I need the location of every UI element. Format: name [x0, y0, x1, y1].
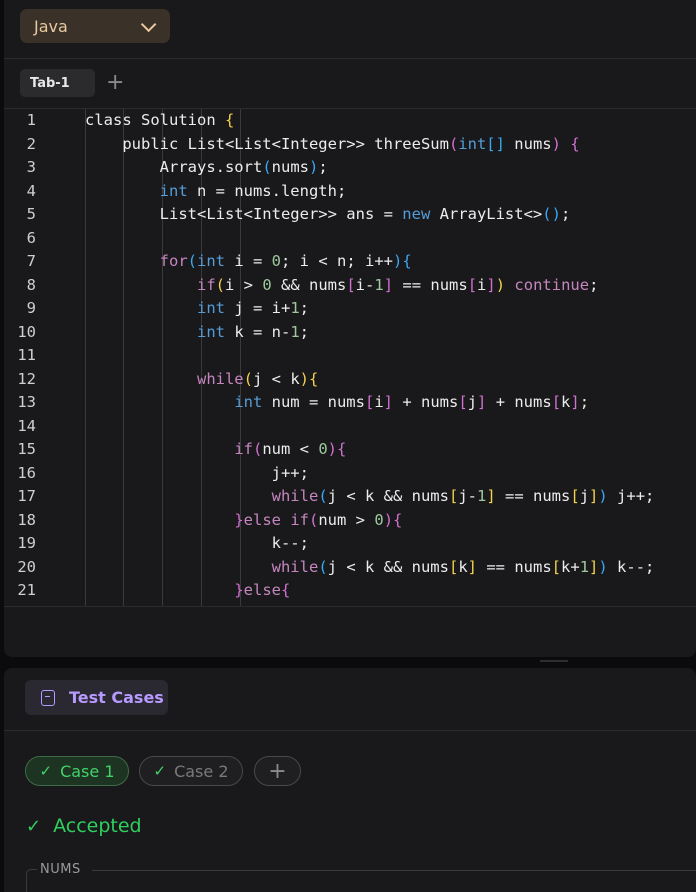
code-line[interactable]: 6 [4, 227, 696, 251]
code-line[interactable]: 17 while(j < k && nums[j-1] == nums[j]) … [4, 485, 696, 509]
tab-test-cases-label: Test Cases [69, 688, 164, 707]
code-line[interactable]: 5 List<List<Integer>> ans = new ArrayLis… [4, 203, 696, 227]
code-line[interactable]: 15 if(num < 0){ [4, 438, 696, 462]
code-line[interactable]: 14 [4, 415, 696, 439]
add-tab-button[interactable]: + [106, 71, 124, 95]
line-number: 17 [17, 487, 36, 505]
line-text: while(j < k && nums[j-1] == nums[j]) j++… [271, 487, 655, 505]
line-number: 21 [17, 581, 36, 599]
code-line[interactable]: 11 [4, 344, 696, 368]
line-number: 8 [26, 275, 36, 294]
line-number: 18 [17, 510, 36, 529]
case-1-label: Case 1 [60, 761, 115, 781]
line-text: if(i > 0 && nums[i-1] == nums[i]) contin… [196, 275, 599, 294]
line-number: 10 [17, 322, 36, 341]
line-text: int num = nums[i] + nums[j] + nums[k]; [234, 393, 590, 411]
code-line[interactable]: 2 public List<List<Integer>> threeSum(in… [4, 133, 696, 157]
code-line[interactable]: 8 if(i > 0 && nums[i-1] == nums[i]) cont… [4, 274, 696, 298]
line-text: int j = i+1; [196, 299, 309, 317]
result-label: Accepted [53, 815, 142, 837]
line-number: 7 [26, 252, 36, 270]
tab-label: Tab-1 [30, 75, 70, 91]
panel-resize-handle[interactable] [540, 660, 568, 662]
line-number: 1 [26, 111, 36, 129]
code-line[interactable]: 3 Arrays.sort(nums); [4, 156, 696, 180]
line-text: class Solution { [85, 111, 235, 129]
language-select[interactable]: Java [20, 9, 170, 43]
line-number: 12 [17, 369, 36, 388]
input-divider [92, 870, 696, 871]
line-number: 19 [17, 534, 36, 552]
input-bracket [26, 869, 37, 892]
test-panel-divider [4, 730, 696, 731]
check-icon: ✓ [39, 762, 53, 780]
line-text: while(j < k && nums[k] == nums[k+1]) k--… [271, 557, 655, 576]
code-line[interactable]: 18 }else if(num > 0){ [4, 509, 696, 533]
test-file-icon [41, 689, 55, 706]
line-number: 14 [17, 416, 36, 435]
case-2-button[interactable]: ✓ Case 2 [139, 756, 243, 786]
case-1-button[interactable]: ✓ Case 1 [25, 756, 129, 786]
line-text: k--; [85, 534, 309, 552]
code-line[interactable]: 21 }else{ [4, 579, 696, 603]
editor-footer-divider [4, 606, 696, 607]
code-area[interactable]: 1 class Solution { 2 public List<List<Inte… [4, 109, 696, 606]
line-text: Arrays.sort(nums); [85, 158, 328, 176]
code-line[interactable]: 4 int n = nums.length; [4, 180, 696, 204]
result-status: ✓ Accepted [26, 815, 142, 837]
line-text: for(int i = 0; i < n; i++){ [159, 252, 412, 270]
line-number: 16 [17, 463, 36, 482]
line-number: 11 [17, 346, 36, 364]
line-text: }else if(num > 0){ [234, 510, 403, 529]
line-text: int n = nums.length; [159, 181, 347, 200]
line-text: int k = n-1; [196, 322, 309, 341]
line-text: while(j < k){ [196, 369, 319, 388]
code-line[interactable]: 1 class Solution { [4, 109, 696, 133]
toolbar-divider [4, 58, 696, 59]
line-number: 3 [26, 158, 36, 176]
line-number: 20 [17, 557, 36, 576]
line-text: j++; [85, 463, 309, 482]
code-line[interactable]: 16 j++; [4, 462, 696, 486]
line-number: 5 [26, 205, 36, 223]
test-cases-panel: Test Cases ✓ Case 1 ✓ Case 2 + ✓ Accepte… [4, 668, 696, 892]
check-icon: ✓ [26, 815, 42, 837]
line-number: 15 [17, 440, 36, 458]
line-number: 4 [26, 181, 36, 200]
language-select-label: Java [34, 16, 68, 36]
line-number: 13 [17, 393, 36, 411]
code-line[interactable]: 9 int j = i+1; [4, 297, 696, 321]
input-label-nums: NUMS [40, 862, 81, 877]
add-case-button[interactable]: + [254, 756, 301, 786]
line-number: 9 [26, 299, 36, 317]
line-text: if(num < 0){ [234, 440, 347, 458]
line-text: List<List<Integer>> ans = new ArrayList<… [85, 205, 571, 223]
line-text: }else{ [234, 581, 291, 599]
line-number: 2 [26, 134, 36, 153]
code-line[interactable]: 10 int k = n-1; [4, 321, 696, 345]
check-icon: ✓ [153, 762, 167, 780]
code-editor-panel: Java Tab-1 + 1 class Solution { 2 public L… [4, 0, 696, 657]
line-number: 6 [26, 228, 36, 247]
chevron-down-icon [140, 16, 157, 32]
code-line[interactable]: 19 k--; [4, 532, 696, 556]
code-line[interactable]: 13 int num = nums[i] + nums[j] + nums[k]… [4, 391, 696, 415]
case-2-label: Case 2 [174, 761, 229, 781]
tab-test-cases[interactable]: Test Cases [25, 680, 168, 715]
code-line[interactable]: 12 while(j < k){ [4, 368, 696, 392]
code-line[interactable]: 20 while(j < k && nums[k] == nums[k+1]) … [4, 556, 696, 580]
tab-1[interactable]: Tab-1 [20, 69, 95, 97]
code-line[interactable]: 7 for(int i = 0; i < n; i++){ [4, 250, 696, 274]
line-text: public List<List<Integer>> threeSum(int[… [85, 134, 580, 153]
